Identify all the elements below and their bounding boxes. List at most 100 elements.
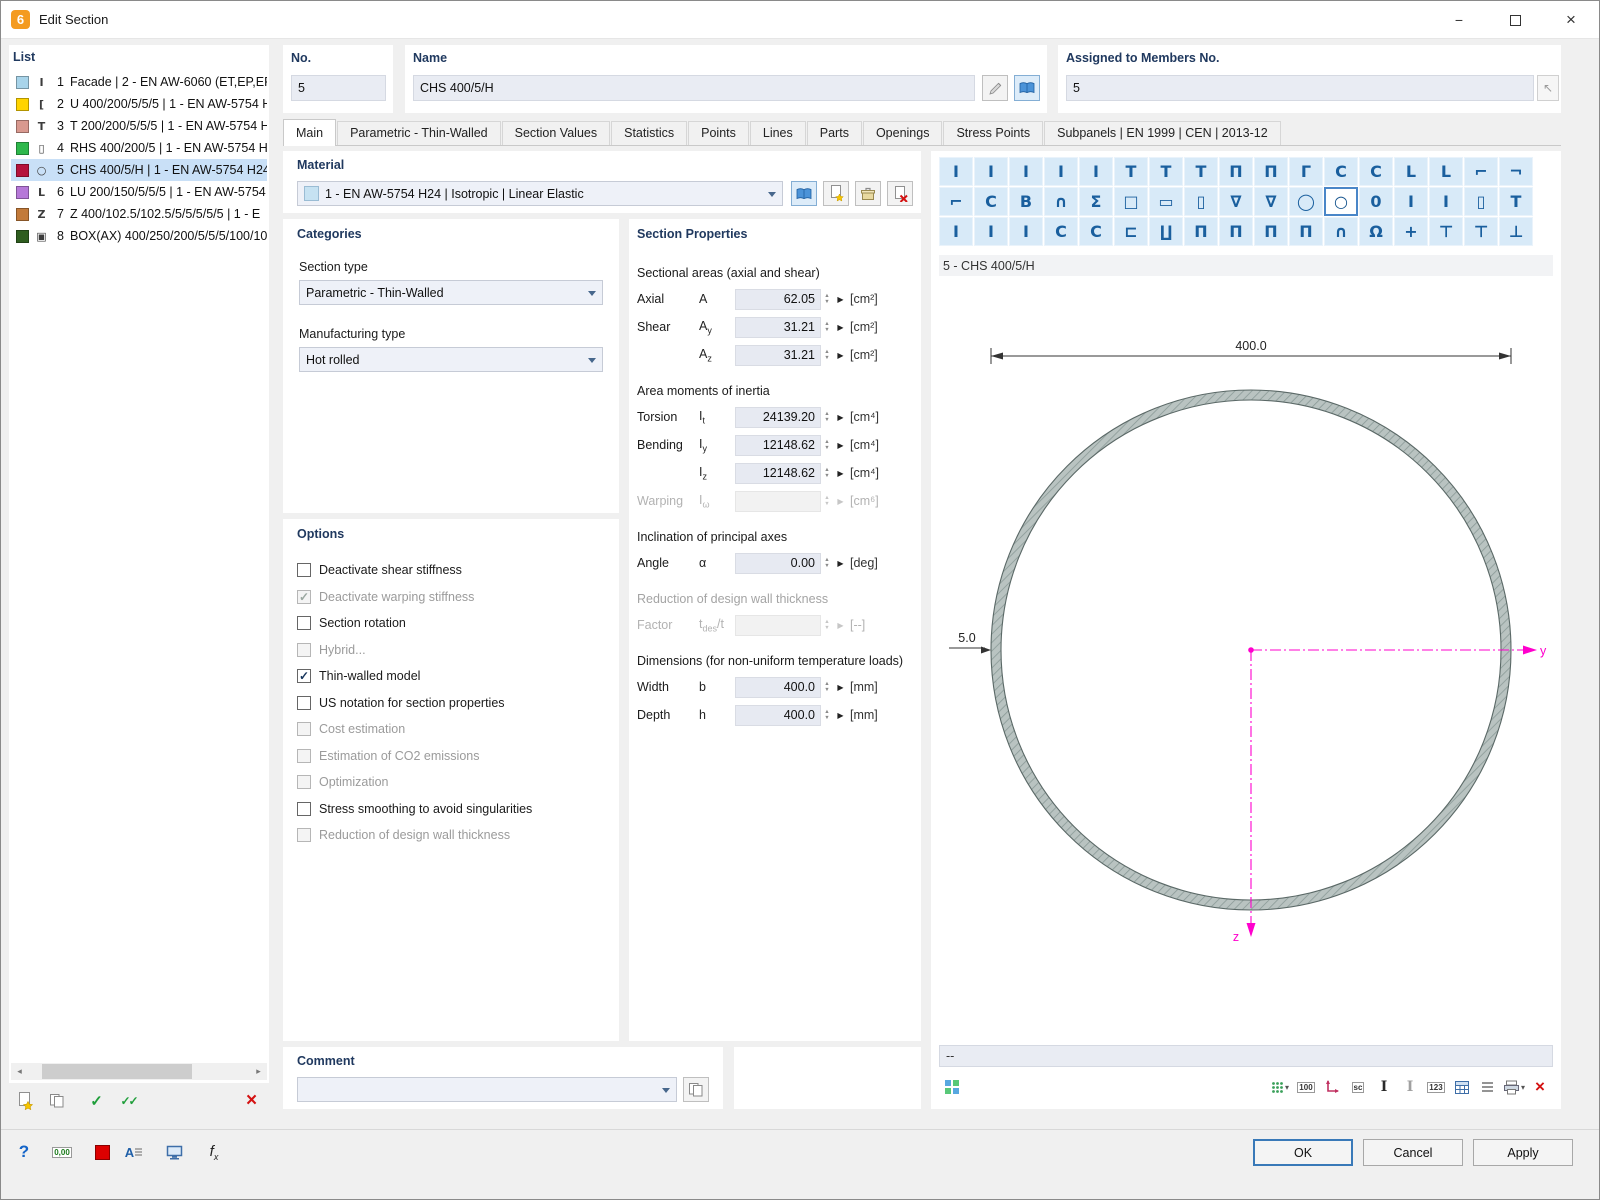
stress-points-display-button[interactable]: ▾	[1267, 1074, 1293, 1100]
section-type-icon[interactable]: ∩	[1324, 217, 1358, 246]
material-library-button[interactable]	[791, 181, 817, 206]
section-type-icon[interactable]: C	[1324, 157, 1358, 186]
values-list-button[interactable]	[1475, 1074, 1501, 1100]
expand-arrow-icon[interactable]: ▶	[833, 295, 848, 304]
expand-arrow-icon[interactable]: ▶	[833, 323, 848, 332]
expand-arrow-icon[interactable]: ▶	[833, 351, 848, 360]
tab-openings[interactable]: Openings	[863, 121, 943, 145]
maximize-button[interactable]	[1487, 1, 1543, 39]
section-type-icon[interactable]: B	[1009, 187, 1043, 216]
section-type-icon[interactable]: I	[974, 217, 1008, 246]
section-type-icon[interactable]: I	[1009, 217, 1043, 246]
ok-button[interactable]: OK	[1253, 1139, 1353, 1166]
scrollbar-thumb[interactable]	[42, 1064, 192, 1079]
material-edit-button[interactable]	[855, 181, 881, 206]
option-row[interactable]: Stress smoothing to avoid singularities	[295, 796, 611, 823]
section-type-icon[interactable]: I	[1009, 157, 1043, 186]
section-type-icon[interactable]: Π	[1219, 217, 1253, 246]
scroll-left-icon[interactable]: ◂	[11, 1063, 28, 1080]
copy-section-button[interactable]	[43, 1087, 70, 1114]
section-type-icon[interactable]: Π	[1289, 217, 1323, 246]
property-value-field[interactable]: 62.05	[735, 289, 821, 310]
section-library-button[interactable]	[1014, 75, 1040, 101]
spinner-control[interactable]: ▲▼	[821, 705, 833, 725]
section-type-icon[interactable]: ∇	[1254, 187, 1288, 216]
section-type-icon[interactable]: I	[1044, 157, 1078, 186]
section-type-icon[interactable]: I	[974, 157, 1008, 186]
section-type-icon-selected[interactable]: ○	[1324, 187, 1358, 216]
section-type-icon[interactable]: T	[1184, 157, 1218, 186]
section-type-icon[interactable]: ◯	[1289, 187, 1323, 216]
section-type-icon[interactable]: T	[1114, 157, 1148, 186]
spinner-control[interactable]: ▲▼	[821, 317, 833, 337]
manufacturing-type-dropdown[interactable]: Hot rolled	[299, 347, 603, 372]
section-type-icon[interactable]: ▯	[1464, 187, 1498, 216]
section-type-icon[interactable]: I	[939, 157, 973, 186]
tab-subpanels-en-1999-cen-2013-12[interactable]: Subpanels | EN 1999 | CEN | 2013-12	[1044, 121, 1281, 145]
section-type-icon[interactable]: I	[1429, 187, 1463, 216]
list-item[interactable]: Z7Z 400/102.5/102.5/5/5/5/5/5 | 1 - E	[11, 203, 267, 225]
tab-points[interactable]: Points	[688, 121, 749, 145]
assigned-members-field[interactable]	[1066, 75, 1534, 101]
section-type-icon[interactable]: Σ	[1079, 187, 1113, 216]
expand-arrow-icon[interactable]: ▶	[833, 469, 848, 478]
result-table-button[interactable]	[1449, 1074, 1475, 1100]
section-type-icon[interactable]: ¬	[1499, 157, 1533, 186]
section-type-dropdown[interactable]: Parametric - Thin-Walled	[299, 280, 603, 305]
spinner-control[interactable]: ▲▼	[821, 435, 833, 455]
spinner-control[interactable]: ▲▼	[821, 463, 833, 483]
spinner-control[interactable]: ▲▼	[821, 289, 833, 309]
spinner-control[interactable]: ▲▼	[821, 345, 833, 365]
section-type-icon[interactable]: 0	[1359, 187, 1393, 216]
section-type-icon[interactable]: ⌐	[1464, 157, 1498, 186]
property-value-field[interactable]: 0.00	[735, 553, 821, 574]
tab-section-values[interactable]: Section Values	[502, 121, 610, 145]
section-type-icon[interactable]: Ω	[1359, 217, 1393, 246]
material-new-button[interactable]	[823, 181, 849, 206]
close-preview-button[interactable]: ×	[1527, 1074, 1553, 1100]
list-item[interactable]: ▣8BOX(AX) 400/250/200/5/5/5/100/10	[11, 225, 267, 247]
option-row[interactable]: Deactivate shear stiffness	[295, 557, 611, 584]
expand-arrow-icon[interactable]: ▶	[833, 441, 848, 450]
solid-section-button[interactable]: I	[1371, 1074, 1397, 1100]
section-type-icon[interactable]: I	[939, 217, 973, 246]
tab-lines[interactable]: Lines	[750, 121, 806, 145]
property-value-field[interactable]: 31.21	[735, 345, 821, 366]
spinner-control[interactable]: ▲▼	[821, 553, 833, 573]
display-options-button[interactable]	[159, 1138, 189, 1166]
print-button[interactable]: ▾	[1501, 1074, 1527, 1100]
comment-copy-button[interactable]	[683, 1077, 709, 1102]
scrollbar-track[interactable]	[28, 1063, 250, 1080]
close-button[interactable]: ×	[1543, 1, 1599, 39]
material-delete-button[interactable]	[887, 181, 913, 206]
formula-button[interactable]: fx	[199, 1138, 229, 1166]
list-item[interactable]: ○5CHS 400/5/H | 1 - EN AW-5754 H24	[11, 159, 267, 181]
apply-button[interactable]: Apply	[1473, 1139, 1573, 1166]
section-type-icon[interactable]: I	[1394, 187, 1428, 216]
section-type-icon[interactable]: ⌐	[939, 187, 973, 216]
section-type-icon[interactable]: Γ	[1289, 157, 1323, 186]
property-value-field[interactable]: 31.21	[735, 317, 821, 338]
tab-parts[interactable]: Parts	[807, 121, 862, 145]
section-type-icon[interactable]: T	[1149, 157, 1183, 186]
property-value-field[interactable]: 400.0	[735, 677, 821, 698]
axes-display-button[interactable]	[1319, 1074, 1345, 1100]
section-name-field[interactable]	[413, 75, 975, 101]
list-item[interactable]: T3T 200/200/5/5/5 | 1 - EN AW-5754 H	[11, 115, 267, 137]
spinner-control[interactable]: ▲▼	[821, 407, 833, 427]
section-type-icon[interactable]: C	[974, 187, 1008, 216]
outline-section-button[interactable]: I	[1397, 1074, 1423, 1100]
dimensions-display-button[interactable]: 100	[1293, 1074, 1319, 1100]
color-settings-button[interactable]	[87, 1138, 117, 1166]
new-section-button[interactable]	[11, 1087, 38, 1114]
section-type-icon[interactable]: L	[1429, 157, 1463, 186]
property-value-field[interactable]: 12148.62	[735, 435, 821, 456]
comment-dropdown[interactable]	[297, 1077, 677, 1102]
section-values-button[interactable]: A	[119, 1138, 149, 1166]
tab-stress-points[interactable]: Stress Points	[943, 121, 1043, 145]
section-type-icon[interactable]: ⊤	[1464, 217, 1498, 246]
section-type-icon[interactable]: ∇	[1219, 187, 1253, 216]
section-type-icon[interactable]: Π	[1184, 217, 1218, 246]
section-type-icon[interactable]: +	[1394, 217, 1428, 246]
view-settings-button[interactable]	[939, 1074, 965, 1100]
